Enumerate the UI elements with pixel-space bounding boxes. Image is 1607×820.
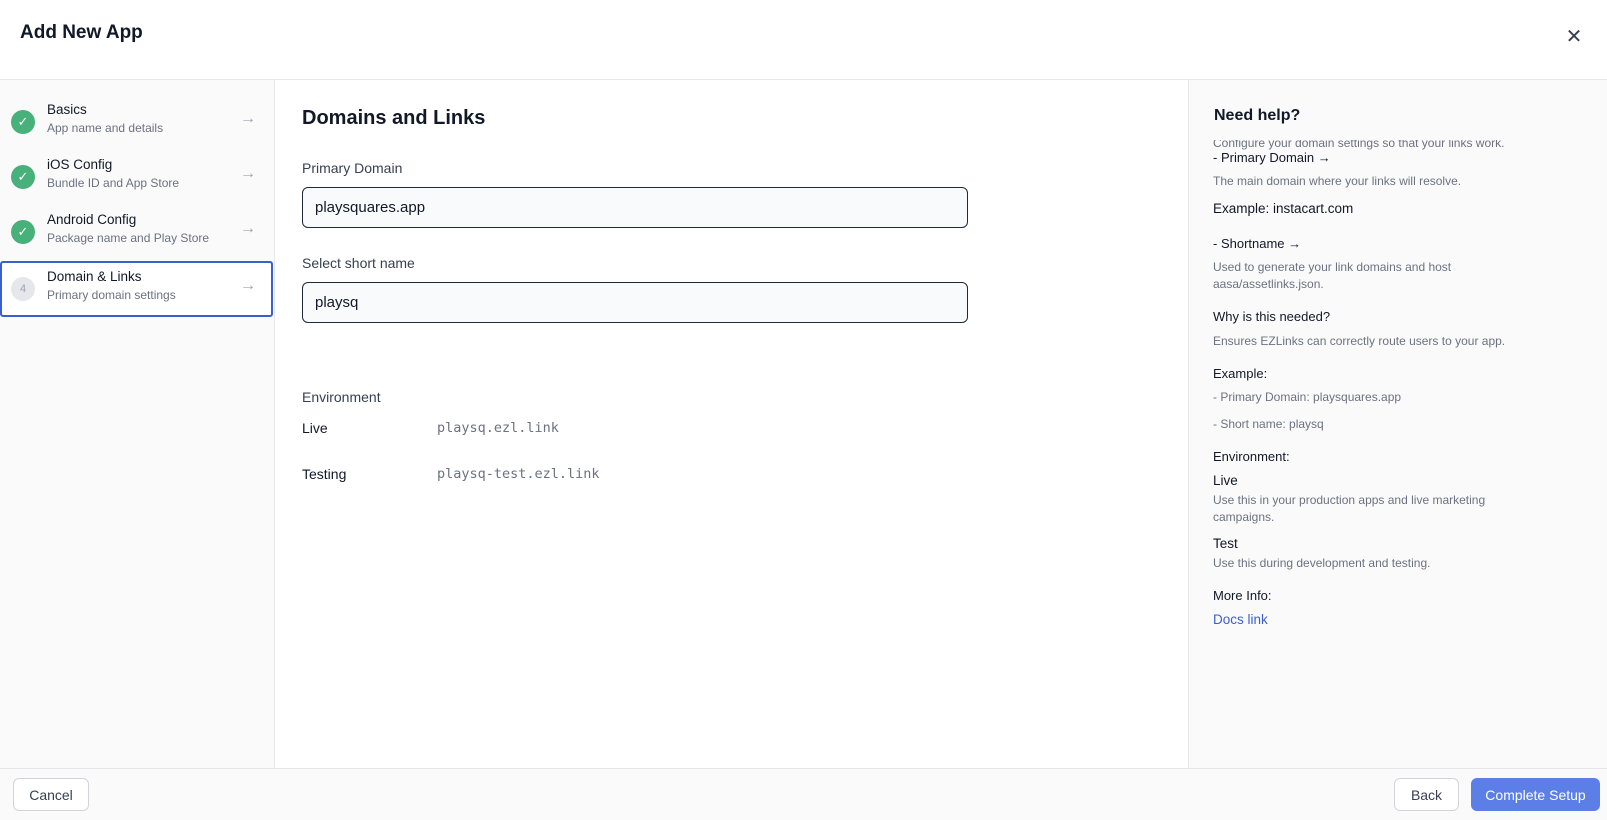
close-icon[interactable]: ✕ [1562,24,1586,48]
help-test-text: Use this during development and testing. [1213,556,1431,570]
help-title: Need help? [1214,107,1301,124]
complete-setup-button[interactable]: Complete Setup [1471,778,1600,811]
help-example-heading: Example: [1213,366,1268,381]
help-live-heading: Live [1213,473,1238,488]
help-panel: Need help? Configure your domain setting… [1188,80,1607,768]
help-environment-heading: Environment: [1213,449,1290,464]
env-testing-name: Testing [302,466,347,482]
steps-sidebar: ✓ Basics App name and details → ✓ iOS Co… [0,80,275,768]
primary-domain-label: Primary Domain [302,160,403,176]
modal-footer: Cancel Back Complete Setup [0,768,1607,820]
back-button[interactable]: Back [1394,778,1459,811]
help-intro: Configure your domain settings so that y… [1213,140,1505,150]
env-testing-value: playsq-test.ezl.link [437,466,600,482]
help-primary-domain-heading: - Primary Domain → [1213,150,1331,165]
env-live-value: playsq.ezl.link [437,420,559,436]
help-primary-domain-example: Example: instacart.com [1213,201,1354,216]
step-domain-links[interactable]: 4 Domain & Links Primary domain settings… [0,261,273,317]
step-subtitle: Bundle ID and App Store [47,176,180,190]
main-content: Domains and Links Primary Domain Select … [275,80,1188,768]
modal-header: Add New App ✕ [0,0,1607,80]
short-name-input[interactable] [302,282,968,323]
cancel-button[interactable]: Cancel [13,778,89,811]
step-title: Android Config [47,212,137,227]
help-example-domain: - Primary Domain: playsquares.app [1213,390,1402,404]
help-example-short: - Short name: playsq [1213,417,1324,431]
page-title: Domains and Links [302,107,486,129]
step-subtitle: Primary domain settings [47,288,176,302]
step-subtitle: Package name and Play Store [47,231,210,245]
primary-domain-input[interactable] [302,187,968,228]
arrow-right-icon: → [240,165,256,182]
check-icon: ✓ [11,220,35,244]
help-primary-domain-text: The main domain where your links will re… [1213,174,1462,188]
help-why-heading: Why is this needed? [1213,309,1331,324]
help-test-heading: Test [1213,536,1238,551]
check-icon: ✓ [11,165,35,189]
step-ios-config[interactable]: ✓ iOS Config Bundle ID and App Store → [0,149,273,205]
arrow-right-icon: → [240,220,256,237]
environment-label: Environment [302,389,381,405]
docs-link[interactable]: Docs link [1213,612,1268,627]
step-title: Basics [47,102,87,117]
arrow-right-icon: → [240,110,256,127]
step-subtitle: App name and details [47,121,164,135]
modal-title: Add New App [20,22,143,43]
arrow-right-icon: → [240,277,256,294]
env-live-name: Live [302,420,328,436]
help-live-text: Use this in your production apps and liv… [1213,493,1486,524]
help-shortname-heading: - Shortname → [1213,236,1302,251]
help-more-info-heading: More Info: [1213,588,1272,603]
help-scroll-area[interactable]: Configure your domain settings so that y… [1189,140,1607,768]
check-icon: ✓ [11,110,35,134]
help-why-text: Ensures EZLinks can correctly route user… [1213,334,1506,348]
step-basics[interactable]: ✓ Basics App name and details → [0,94,273,150]
step-android-config[interactable]: ✓ Android Config Package name and Play S… [0,204,273,260]
short-name-label: Select short name [302,255,415,271]
step-number-badge: 4 [11,277,35,301]
step-title: Domain & Links [47,269,142,284]
help-shortname-text: Used to generate your link domains and h… [1213,260,1452,291]
step-title: iOS Config [47,157,113,172]
